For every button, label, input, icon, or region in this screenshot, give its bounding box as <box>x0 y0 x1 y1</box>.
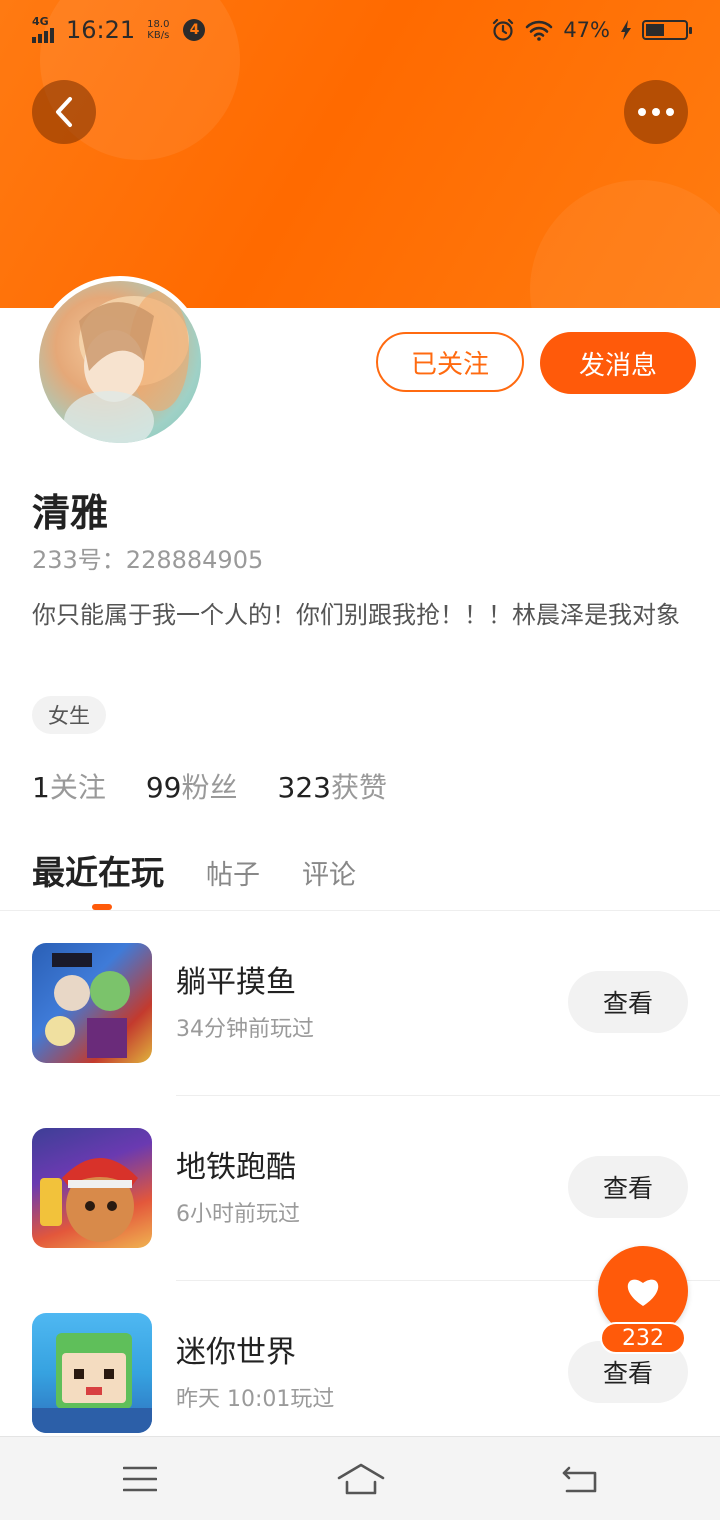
battery-percent: 47% <box>563 18 610 42</box>
menu-icon <box>123 1466 157 1492</box>
gender-tag: 女生 <box>32 696 106 734</box>
game-played-time: 昨天 10:01玩过 <box>176 1387 335 1412</box>
signal-icon: 4G <box>32 15 60 43</box>
more-dots-icon <box>638 108 674 116</box>
avatar-image <box>64 291 189 443</box>
network-speed: 18.0 KB/s <box>147 19 170 41</box>
game-icon <box>32 1313 152 1433</box>
status-bar: 4G 16:21 18.0 KB/s 4 47% <box>0 0 720 64</box>
view-button[interactable]: 查看 <box>568 1156 688 1218</box>
banner-decoration <box>530 180 720 308</box>
battery-icon <box>642 20 692 40</box>
game-icon <box>32 1128 152 1248</box>
home-button[interactable] <box>336 1459 386 1499</box>
view-button[interactable]: 查看 <box>568 971 688 1033</box>
game-played-time: 34分钟前玩过 <box>176 1017 314 1042</box>
network-type: 4G <box>32 15 49 28</box>
list-item[interactable]: 躺平摸鱼 34分钟前玩过 查看 <box>0 911 720 1096</box>
tab-comments[interactable]: 评论 <box>302 853 356 892</box>
tab-recent-played[interactable]: 最近在玩 <box>32 846 164 894</box>
stat-likes[interactable]: 323获赞 <box>278 766 387 806</box>
game-title: 地铁跑酷 <box>176 1150 296 1185</box>
charging-icon <box>621 20 631 40</box>
profile-id: 233号：228884905 <box>32 546 264 574</box>
menu-button[interactable] <box>118 1459 162 1499</box>
game-icon <box>32 943 152 1063</box>
profile-stats: 1关注 99粉丝 323获赞 <box>32 766 387 806</box>
more-button[interactable] <box>624 80 688 144</box>
game-played-time: 6小时前玩过 <box>176 1202 300 1227</box>
like-count-badge: 232 <box>600 1322 686 1354</box>
profile-name: 清雅 <box>32 491 109 535</box>
alarm-icon <box>493 18 514 41</box>
profile-tabs: 最近在玩 帖子 评论 <box>32 846 356 894</box>
following-button[interactable]: 已关注 <box>376 332 524 392</box>
clock: 16:21 <box>66 16 136 44</box>
system-nav-bar <box>0 1436 720 1520</box>
tab-posts[interactable]: 帖子 <box>206 853 260 892</box>
avatar[interactable] <box>34 276 206 448</box>
heart-icon <box>627 1279 659 1306</box>
back-arrow-icon <box>562 1466 597 1493</box>
home-icon <box>337 1463 385 1495</box>
stat-following[interactable]: 1关注 <box>32 766 106 806</box>
profile-bio: 你只能属于我一个人的！你们别跟我抢！！！林晨泽是我对象 <box>32 601 680 629</box>
list-item[interactable]: 地铁跑酷 6小时前玩过 查看 <box>0 1096 720 1281</box>
stat-fans[interactable]: 99粉丝 <box>146 766 238 806</box>
send-message-button[interactable]: 发消息 <box>540 332 696 394</box>
notification-badge: 4 <box>183 19 206 41</box>
wifi-icon <box>526 20 553 41</box>
chevron-left-icon <box>56 97 72 127</box>
back-button[interactable] <box>32 80 96 144</box>
game-title: 躺平摸鱼 <box>176 965 296 1000</box>
back-nav-button[interactable] <box>558 1459 602 1499</box>
game-title: 迷你世界 <box>176 1335 296 1370</box>
